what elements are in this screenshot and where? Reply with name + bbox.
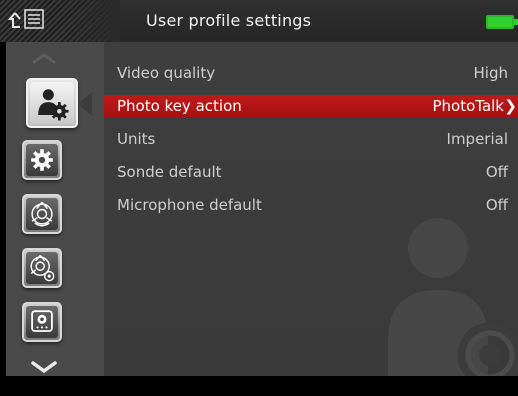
sidebar-item-user-settings[interactable] <box>26 78 78 128</box>
camera-head-icon <box>31 201 53 227</box>
setting-label: Sonde default <box>117 163 222 181</box>
header-bar: User profile settings <box>0 0 518 42</box>
setting-value: High <box>473 64 508 82</box>
setting-label: Microphone default <box>117 196 262 214</box>
setting-row-photo-key-action[interactable]: Photo key action PhotoTalk ❯ <box>104 95 518 117</box>
sidebar-item-camera-head-settings[interactable] <box>22 248 62 288</box>
setting-row-video-quality[interactable]: Video quality High <box>104 62 518 84</box>
monitor-settings-icon <box>31 310 53 332</box>
setting-label: Video quality <box>117 64 216 82</box>
chevron-down-icon[interactable] <box>30 360 58 374</box>
upload-arrow-icon[interactable] <box>8 11 22 31</box>
user-gear-watermark-icon <box>388 218 518 380</box>
active-indicator <box>78 92 92 116</box>
bottom-bar <box>0 376 518 396</box>
setting-row-sonde-default[interactable]: Sonde default Off <box>104 161 518 183</box>
setting-value: PhotoTalk <box>432 97 504 115</box>
user-settings-icon <box>38 89 69 121</box>
page-title: User profile settings <box>146 11 312 30</box>
setting-row-microphone-default[interactable]: Microphone default Off <box>104 194 518 216</box>
sidebar-item-settings[interactable] <box>22 140 62 180</box>
battery-tip <box>514 19 518 25</box>
device-screen: User profile settings Video quality High… <box>0 0 518 396</box>
chevron-right-icon: ❯ <box>504 97 517 115</box>
setting-value: Off <box>485 163 508 181</box>
sidebar-item-monitor-settings[interactable] <box>22 302 62 342</box>
setting-row-units[interactable]: Units Imperial <box>104 128 518 150</box>
camera-head-settings-icon <box>30 254 55 282</box>
battery-icon <box>486 15 514 29</box>
list-icon[interactable] <box>24 9 44 29</box>
sidebar-item-camera-head[interactable] <box>22 194 62 234</box>
setting-value: Imperial <box>446 130 508 148</box>
gear-icon <box>31 149 53 171</box>
setting-label: Photo key action <box>117 97 242 115</box>
setting-label: Units <box>117 130 156 148</box>
setting-value: Off <box>485 196 508 214</box>
chevron-up-icon[interactable] <box>32 52 56 64</box>
